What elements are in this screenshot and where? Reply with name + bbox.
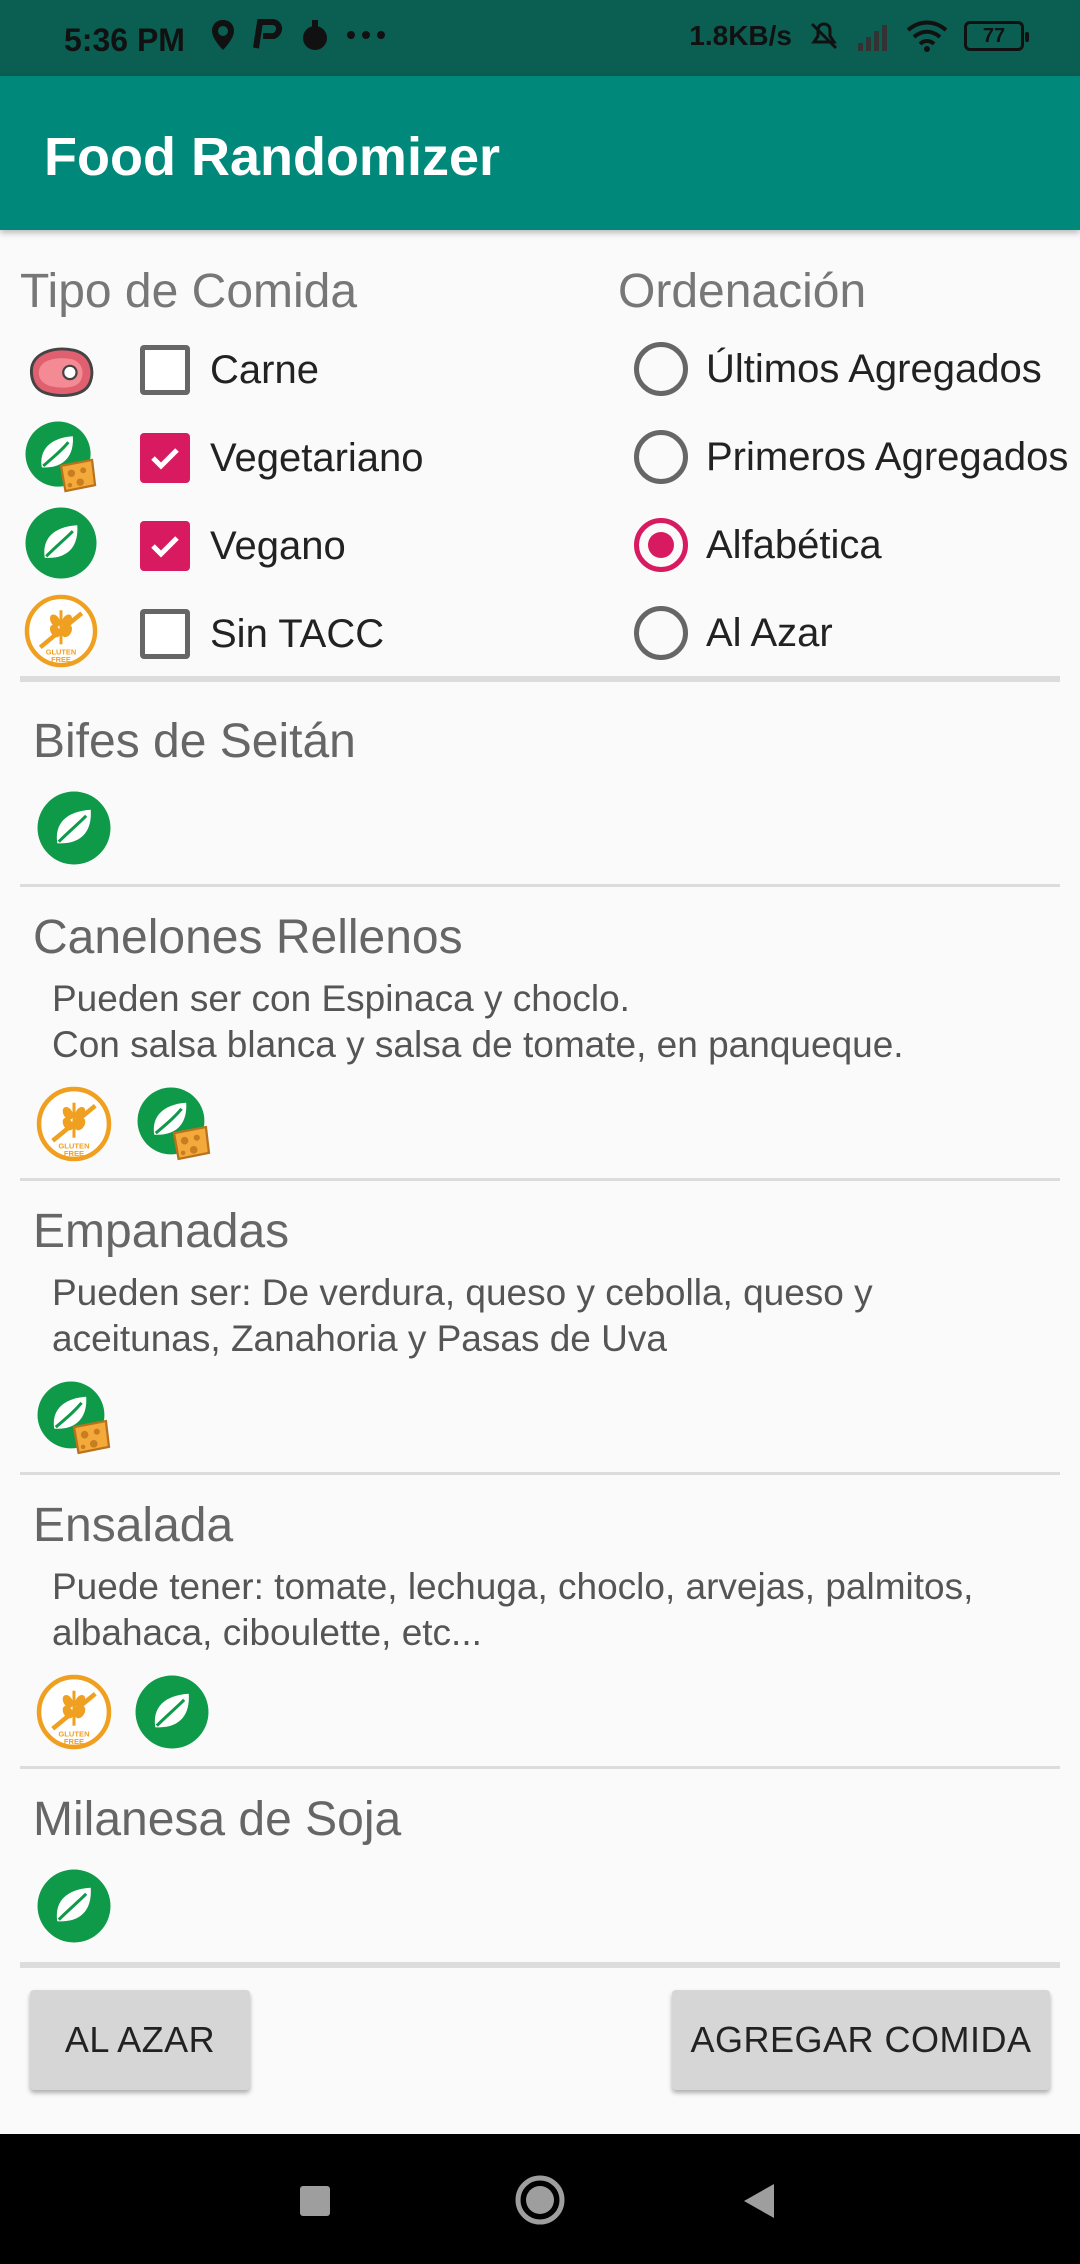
list-bottom-divider: [20, 1962, 1060, 1968]
checkbox-vegetariano[interactable]: [140, 433, 190, 483]
filter-carne[interactable]: Carne: [140, 345, 319, 395]
random-button[interactable]: AL AZAR: [30, 1990, 250, 2090]
food-name: Milanesa de Soja: [33, 1793, 402, 1846]
app-bar: Food Randomizer: [0, 76, 1080, 230]
gluten-label: FREE: [64, 1737, 84, 1746]
filter-vegetariano[interactable]: Vegetariano: [140, 433, 424, 483]
sort-label-ultimos: Últimos Agregados: [706, 346, 1042, 391]
radio-al-azar[interactable]: [634, 606, 688, 660]
filter-label-sin-tacc: Sin TACC: [210, 611, 385, 656]
food-name: Ensalada: [33, 1499, 234, 1552]
sort-option-primeros[interactable]: Primeros Agregados: [634, 430, 1068, 484]
status-time: 5:36 PM: [64, 22, 185, 58]
battery-icon: 77: [964, 21, 1029, 51]
food-description-line: Con salsa blanca y salsa de tomate, en p…: [52, 1024, 904, 1065]
checkbox-sin-tacc[interactable]: [140, 609, 190, 659]
filter-section-title: Tipo de Comida: [20, 265, 358, 318]
gluten-free-icon: GLUTENFREE: [24, 594, 98, 668]
food-name: Bifes de Seitán: [33, 715, 356, 768]
check-icon: [151, 536, 179, 558]
food-description-line: Puede tener: tomate, lechuga, choclo, ar…: [52, 1566, 974, 1607]
radio-primeros[interactable]: [634, 430, 688, 484]
vegan-icon: [24, 506, 98, 580]
radio-ultimos[interactable]: [634, 342, 688, 396]
sort-section-title: Ordenación: [618, 265, 867, 318]
filter-vegano[interactable]: Vegano: [140, 521, 346, 571]
list-divider: [20, 1472, 1060, 1475]
system-navigation-bar: [0, 2134, 1080, 2264]
more-icon: [347, 31, 385, 39]
checkbox-carne[interactable]: [140, 345, 190, 395]
status-notification-icons: [210, 18, 386, 52]
network-speed: 1.8KB/s: [689, 20, 792, 51]
vegetarian-icon: [136, 1086, 212, 1162]
food-description-line: Pueden ser con Espinaca y choclo.: [52, 978, 630, 1019]
add-food-button[interactable]: AGREGAR COMIDA: [672, 1990, 1050, 2090]
food-name: Empanadas: [33, 1205, 290, 1258]
radio-alfabetica[interactable]: [634, 518, 688, 572]
filter-label-vegetariano: Vegetariano: [210, 435, 424, 480]
signal-icon: [858, 25, 887, 51]
food-description: Pueden ser: De verdura, queso y cebolla,…: [52, 1270, 873, 1362]
filter-divider: [20, 676, 1060, 682]
back-icon[interactable]: [740, 2182, 776, 2220]
sort-option-al-azar[interactable]: Al Azar: [634, 606, 833, 660]
vegan-icon: [36, 790, 112, 866]
vegetarian-icon: [36, 1380, 112, 1456]
food-name: Canelones Rellenos: [33, 911, 463, 964]
location-icon: [212, 20, 234, 50]
bottom-actions: AL AZAR AGREGAR COMIDA: [0, 1976, 1080, 2134]
gluten-free-icon: GLUTENFREE: [36, 1086, 112, 1162]
food-description-line: albahaca, ciboulette, etc...: [52, 1612, 482, 1653]
food-description: Puede tener: tomate, lechuga, choclo, ar…: [52, 1564, 973, 1656]
sort-label-alfabetica: Alfabética: [706, 522, 882, 567]
vegetarian-icon: [24, 420, 98, 494]
recent-apps-icon[interactable]: [298, 2184, 332, 2218]
filter-label-vegano: Vegano: [210, 523, 346, 568]
food-description-line: Pueden ser: De verdura, queso y cebolla,…: [52, 1272, 873, 1313]
filter-sin-tacc[interactable]: Sin TACC: [140, 609, 384, 659]
meat-icon: [24, 334, 98, 408]
list-divider: [20, 884, 1060, 887]
gluten-free-icon: GLUTENFREE: [36, 1674, 112, 1750]
app-title: Food Randomizer: [44, 127, 500, 187]
gluten-label: FREE: [64, 1149, 84, 1158]
list-divider: [20, 1766, 1060, 1769]
food-description: Pueden ser con Espinaca y choclo. Con sa…: [52, 976, 904, 1068]
home-icon[interactable]: [514, 2174, 566, 2226]
status-bar: 5:36 PM 1.8KB/s 77: [0, 0, 1080, 76]
food-description-line: aceitunas, Zanahoria y Pasas de Uva: [52, 1318, 667, 1359]
app-notification-icon: [303, 20, 327, 50]
sort-option-alfabetica[interactable]: Alfabética: [634, 518, 882, 572]
sort-label-al-azar: Al Azar: [706, 610, 833, 655]
sort-label-primeros: Primeros Agregados: [706, 434, 1069, 479]
wifi-icon: [906, 20, 948, 52]
mute-alarm-icon: [810, 22, 838, 50]
checkbox-vegano[interactable]: [140, 521, 190, 571]
filter-label-carne: Carne: [210, 347, 319, 392]
sort-option-ultimos[interactable]: Últimos Agregados: [634, 342, 1042, 396]
status-system-icons: 1.8KB/s 77: [689, 20, 1029, 52]
vegan-icon: [134, 1674, 210, 1750]
list-divider: [20, 1178, 1060, 1181]
check-icon: [151, 448, 179, 470]
vegan-icon: [36, 1868, 112, 1944]
parking-icon: [253, 19, 282, 49]
gluten-label: FREE: [51, 655, 71, 664]
